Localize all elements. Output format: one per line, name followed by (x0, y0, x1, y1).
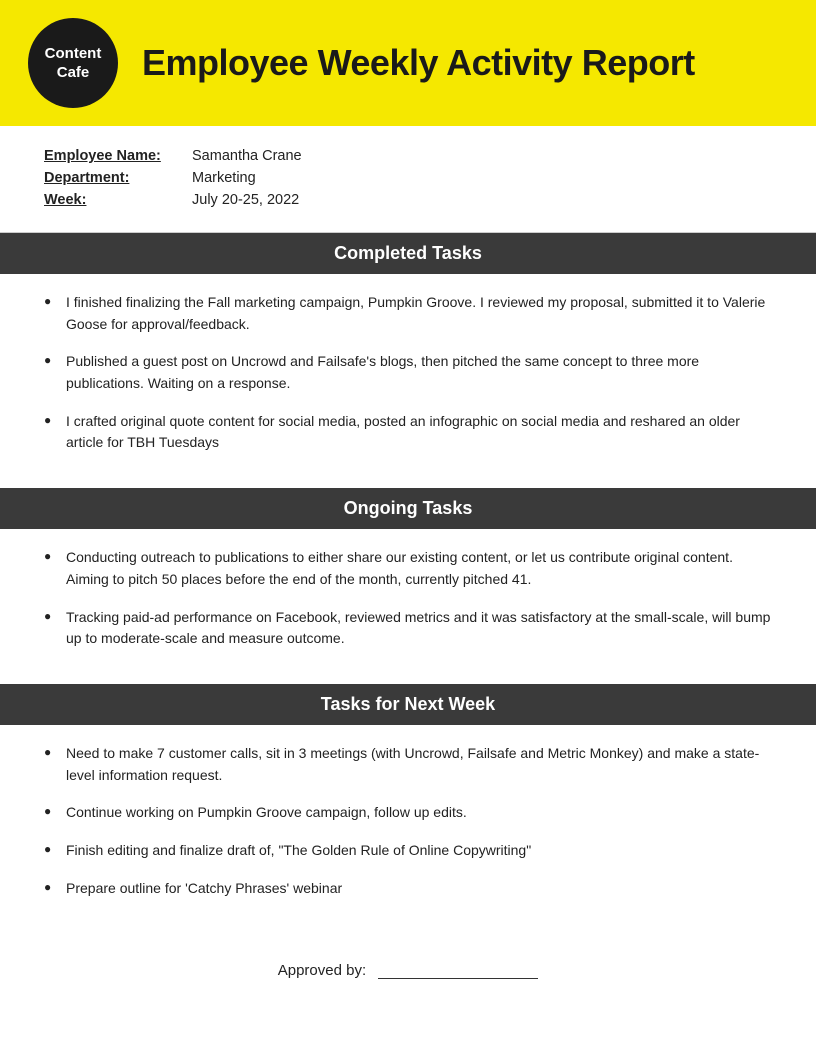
department-row: Department: Marketing (44, 170, 772, 186)
list-item: I crafted original quote content for soc… (44, 411, 772, 454)
completed-tasks-content: I finished finalizing the Fall marketing… (0, 274, 816, 488)
list-item: Published a guest post on Uncrowd and Fa… (44, 351, 772, 394)
list-item: Tracking paid-ad performance on Facebook… (44, 607, 772, 650)
ongoing-tasks-list: Conducting outreach to publications to e… (44, 547, 772, 650)
employee-row: Employee Name: Samantha Crane (44, 148, 772, 164)
week-value: July 20-25, 2022 (192, 192, 299, 208)
list-item: I finished finalizing the Fall marketing… (44, 292, 772, 335)
approved-line (378, 961, 538, 979)
employee-label: Employee Name: (44, 148, 192, 164)
week-row: Week: July 20-25, 2022 (44, 192, 772, 208)
department-label: Department: (44, 170, 192, 186)
logo: Content Cafe (28, 18, 118, 108)
info-section: Employee Name: Samantha Crane Department… (0, 126, 816, 233)
ongoing-tasks-header: Ongoing Tasks (0, 488, 816, 529)
list-item: Conducting outreach to publications to e… (44, 547, 772, 590)
next-week-tasks-header: Tasks for Next Week (0, 684, 816, 725)
completed-tasks-header: Completed Tasks (0, 233, 816, 274)
report-title: Employee Weekly Activity Report (142, 42, 695, 84)
approved-label: Approved by: (278, 962, 366, 979)
next-week-tasks-content: Need to make 7 customer calls, sit in 3 … (0, 725, 816, 933)
list-item: Continue working on Pumpkin Groove campa… (44, 802, 772, 824)
approved-section: Approved by: (0, 933, 816, 1011)
page-header: Content Cafe Employee Weekly Activity Re… (0, 0, 816, 126)
list-item: Finish editing and finalize draft of, "T… (44, 840, 772, 862)
employee-value: Samantha Crane (192, 148, 302, 164)
list-item: Prepare outline for 'Catchy Phrases' web… (44, 878, 772, 900)
logo-text: Content Cafe (45, 44, 102, 83)
list-item: Need to make 7 customer calls, sit in 3 … (44, 743, 772, 786)
next-week-tasks-list: Need to make 7 customer calls, sit in 3 … (44, 743, 772, 899)
ongoing-tasks-content: Conducting outreach to publications to e… (0, 529, 816, 684)
week-label: Week: (44, 192, 192, 208)
completed-tasks-list: I finished finalizing the Fall marketing… (44, 292, 772, 454)
department-value: Marketing (192, 170, 256, 186)
